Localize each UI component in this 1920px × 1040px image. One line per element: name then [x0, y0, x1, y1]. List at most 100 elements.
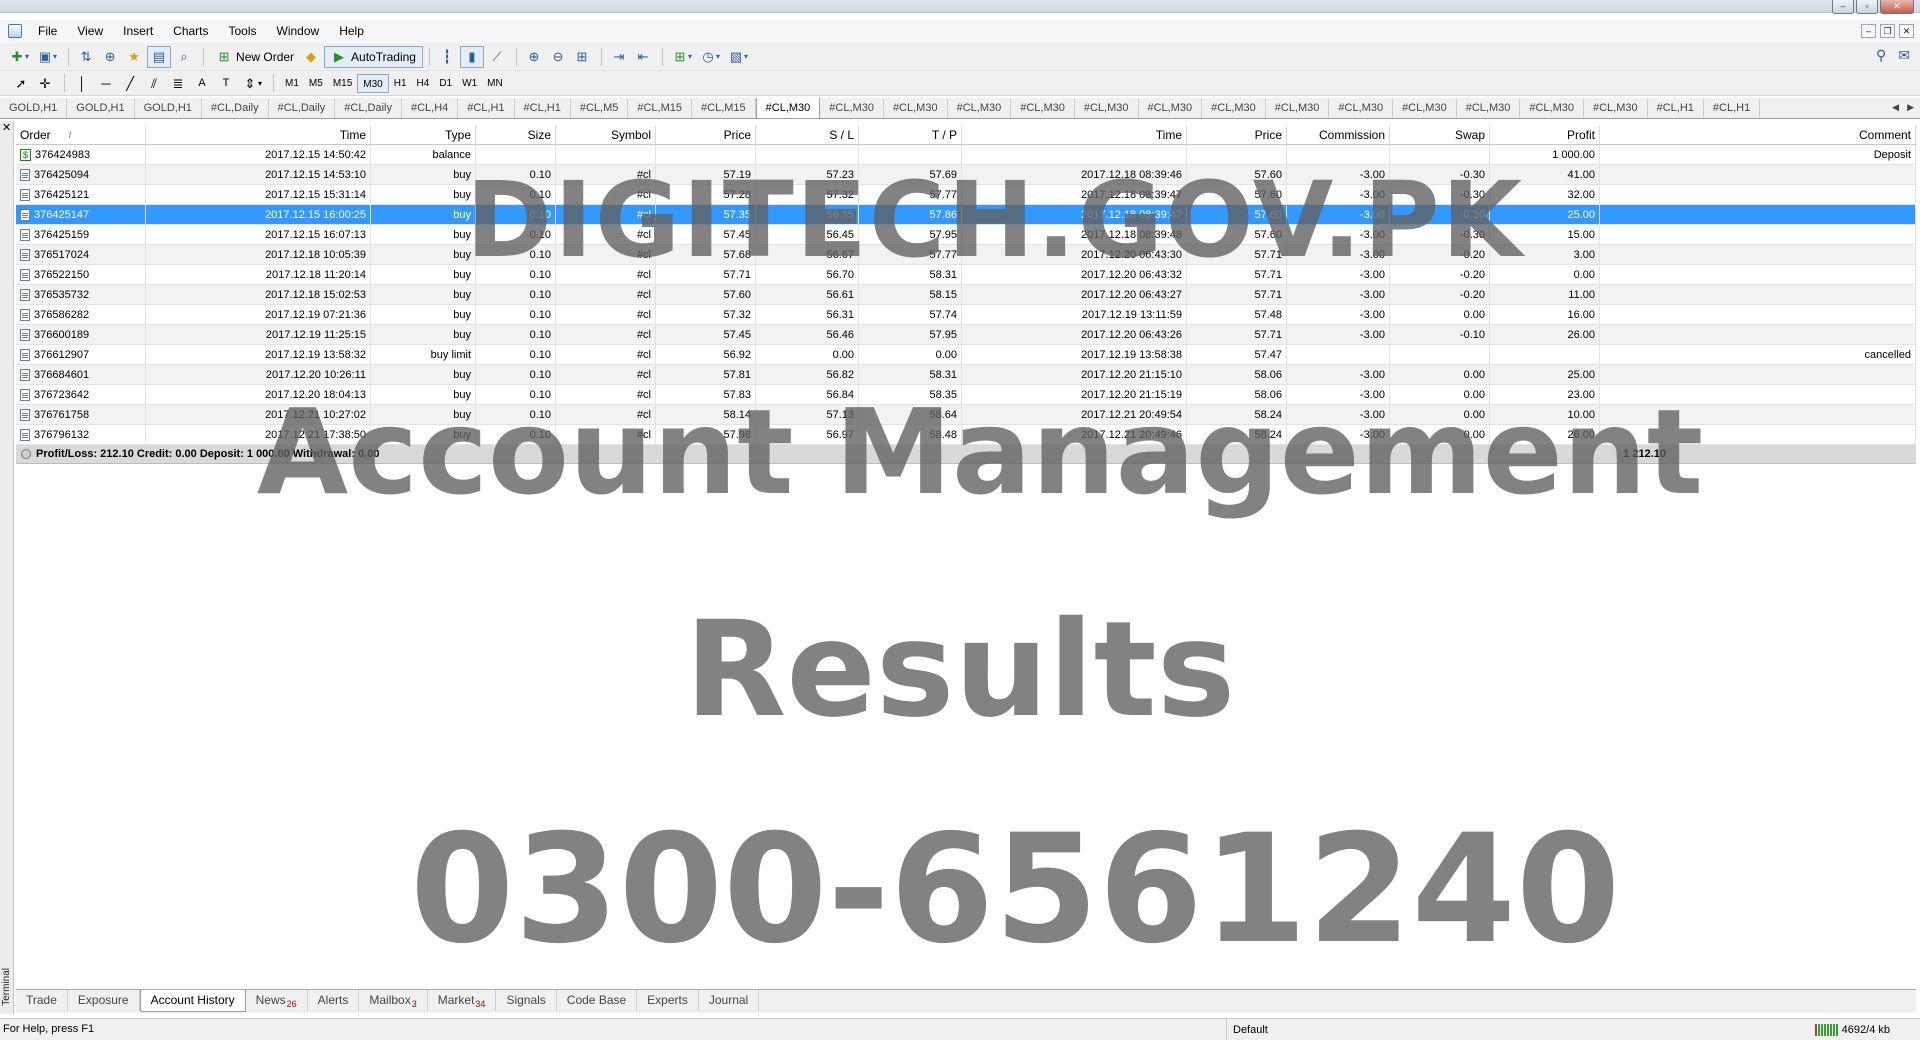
- chart-tab[interactable]: #CL,M30: [755, 98, 821, 118]
- table-row[interactable]: 376425094 2017.12.15 14:53:10 buy 0.10 #cl 57…: [16, 165, 1916, 185]
- mdi-minimize-button[interactable]: –: [1861, 24, 1876, 38]
- column-header[interactable]: Order /: [16, 126, 146, 144]
- column-header[interactable]: Profit: [1490, 126, 1600, 144]
- column-header[interactable]: Comment: [1600, 126, 1916, 144]
- table-row[interactable]: 376517024 2017.12.18 10:05:39 buy 0.10 #cl 57…: [16, 245, 1916, 265]
- chart-tab[interactable]: #CL,H1: [1704, 99, 1761, 118]
- equidistant-channel-button[interactable]: ⫽: [143, 72, 165, 94]
- metaeditor-button[interactable]: ◆: [300, 46, 322, 68]
- table-row[interactable]: 376684601 2017.12.20 10:26:11 buy 0.10 #cl 57…: [16, 365, 1916, 385]
- tab-alerts[interactable]: Alerts: [308, 990, 360, 1011]
- tab-account-history[interactable]: Account History: [139, 990, 246, 1012]
- menu-help[interactable]: Help: [329, 20, 374, 42]
- chart-tab[interactable]: #CL,M30: [1139, 99, 1203, 118]
- menu-view[interactable]: View: [67, 20, 113, 42]
- chart-tab[interactable]: #CL,H4: [402, 99, 459, 118]
- column-header[interactable]: Symbol: [556, 126, 656, 144]
- auto-scroll-button[interactable]: ⇥: [608, 46, 630, 68]
- tile-windows-button[interactable]: ⊞: [571, 46, 593, 68]
- table-row[interactable]: $376424983 2017.12.15 14:50:42 balance 1 00…: [16, 145, 1916, 165]
- fibonacci-button[interactable]: ≣: [167, 72, 189, 94]
- table-row[interactable]: 376425159 2017.12.15 16:07:13 buy 0.10 #cl 57…: [16, 225, 1916, 245]
- templates-button[interactable]: ▧ ▾: [725, 46, 751, 68]
- new-order-button[interactable]: ⊞ New Order: [210, 46, 300, 68]
- table-row[interactable]: 376535732 2017.12.18 15:02:53 buy 0.10 #cl 57…: [16, 285, 1916, 305]
- chart-tab[interactable]: GOLD,H1: [0, 99, 68, 118]
- tab-mailbox[interactable]: Mailbox3: [359, 990, 428, 1011]
- table-row[interactable]: 376723642 2017.12.20 18:04:13 buy 0.10 #cl 57…: [16, 385, 1916, 405]
- column-header[interactable]: Time: [962, 126, 1187, 144]
- column-header[interactable]: S / L: [756, 126, 859, 144]
- tab-exposure[interactable]: Exposure: [68, 990, 140, 1011]
- text-button[interactable]: A: [191, 72, 213, 94]
- chart-tab[interactable]: #CL,M30: [1520, 99, 1584, 118]
- chart-tab[interactable]: #CL,M30: [1202, 99, 1266, 118]
- column-header[interactable]: Type: [371, 126, 476, 144]
- profiles-button[interactable]: ▣ ▾: [34, 46, 60, 68]
- column-header[interactable]: T / P: [859, 126, 962, 144]
- chart-tab[interactable]: #CL,M5: [571, 99, 629, 118]
- arrows-button[interactable]: ⇕ ▾: [239, 72, 265, 94]
- restore-window-button[interactable]: ▫: [1856, 0, 1878, 14]
- text-label-button[interactable]: T: [215, 72, 237, 94]
- minimize-window-button[interactable]: –: [1832, 0, 1854, 14]
- chart-tab[interactable]: #CL,M30: [1457, 99, 1521, 118]
- tab-journal[interactable]: Journal: [699, 990, 760, 1011]
- menu-tools[interactable]: Tools: [219, 20, 267, 42]
- table-row[interactable]: 376600189 2017.12.19 11:25:15 buy 0.10 #cl 57…: [16, 325, 1916, 345]
- chart-shift-button[interactable]: ⇤: [632, 46, 654, 68]
- bar-chart-button[interactable]: ┇: [436, 46, 458, 68]
- timeframe-m5-button[interactable]: M5: [304, 74, 328, 93]
- app-icon[interactable]: [8, 24, 22, 38]
- timeframe-h1-button[interactable]: H1: [389, 74, 412, 93]
- crosshair-button[interactable]: ✛: [34, 72, 56, 94]
- indicators-button[interactable]: ⊞ ▾: [669, 46, 695, 68]
- tab-news[interactable]: News26: [246, 990, 308, 1011]
- menu-insert[interactable]: Insert: [113, 20, 163, 42]
- table-row[interactable]: 376612907 2017.12.19 13:58:32 buy limit 0.1…: [16, 345, 1916, 365]
- tab-trade[interactable]: Trade: [16, 990, 68, 1011]
- tab-signals[interactable]: Signals: [496, 990, 557, 1011]
- horizontal-line-button[interactable]: ─: [95, 72, 117, 94]
- menu-charts[interactable]: Charts: [163, 20, 218, 42]
- zoom-in-button[interactable]: ⊕: [523, 46, 545, 68]
- chart-tab[interactable]: #CL,Daily: [269, 99, 336, 118]
- column-header[interactable]: Price: [656, 126, 756, 144]
- tab-code-base[interactable]: Code Base: [557, 990, 638, 1011]
- strategy-tester-button[interactable]: ⌕: [173, 46, 195, 68]
- chart-tab[interactable]: #CL,M30: [1329, 99, 1394, 118]
- timeframe-d1-button[interactable]: D1: [434, 74, 457, 93]
- chart-tab[interactable]: #CL,M15: [692, 99, 756, 118]
- close-icon[interactable]: ✕: [2, 123, 11, 134]
- cursor-button[interactable]: ➚: [10, 72, 32, 94]
- search-icon[interactable]: ⚲: [1876, 47, 1886, 64]
- chart-tab-prev-icon[interactable]: ◀: [1892, 102, 1899, 113]
- mdi-close-button[interactable]: ✕: [1899, 24, 1914, 38]
- chart-tab[interactable]: #CL,H1: [458, 99, 515, 118]
- new-chart-button[interactable]: ✚ ▾: [6, 46, 32, 68]
- timeframe-mn-button[interactable]: MN: [482, 74, 508, 93]
- menu-window[interactable]: Window: [267, 20, 330, 42]
- chart-tab[interactable]: #CL,M30: [820, 99, 884, 118]
- table-row[interactable]: 376586282 2017.12.19 07:21:36 buy 0.10 #cl 57…: [16, 305, 1916, 325]
- zoom-out-button[interactable]: ⊖: [547, 46, 569, 68]
- chat-icon[interactable]: ✉: [1898, 47, 1910, 64]
- timeframe-m1-button[interactable]: M1: [280, 74, 304, 93]
- periods-button[interactable]: ◷ ▾: [697, 46, 723, 68]
- chart-tab[interactable]: #CL,M30: [1584, 99, 1648, 118]
- column-header[interactable]: Size: [476, 126, 556, 144]
- line-chart-button[interactable]: ⟋: [486, 46, 508, 68]
- table-row[interactable]: 376425121 2017.12.15 15:31:14 buy 0.10 #cl 57…: [16, 185, 1916, 205]
- menu-file[interactable]: File: [28, 20, 67, 42]
- chart-tab[interactable]: #CL,Daily: [335, 99, 402, 118]
- chart-tab[interactable]: #CL,H1: [1648, 99, 1704, 118]
- chart-tab[interactable]: #CL,M30: [1075, 99, 1139, 118]
- table-row[interactable]: 376761758 2017.12.21 10:27:02 buy 0.10 #cl 58…: [16, 405, 1916, 425]
- table-row[interactable]: 376796132 2017.12.21 17:38:50 buy 0.10 #cl 57…: [16, 425, 1916, 445]
- tab-experts[interactable]: Experts: [637, 990, 699, 1011]
- close-window-button[interactable]: ✕: [1880, 0, 1914, 14]
- chart-tab[interactable]: GOLD,H1: [67, 99, 135, 118]
- chart-tab[interactable]: GOLD,H1: [135, 99, 202, 118]
- candlesticks-button[interactable]: ▮: [459, 45, 484, 68]
- chart-tab[interactable]: #CL,M30: [1393, 99, 1457, 118]
